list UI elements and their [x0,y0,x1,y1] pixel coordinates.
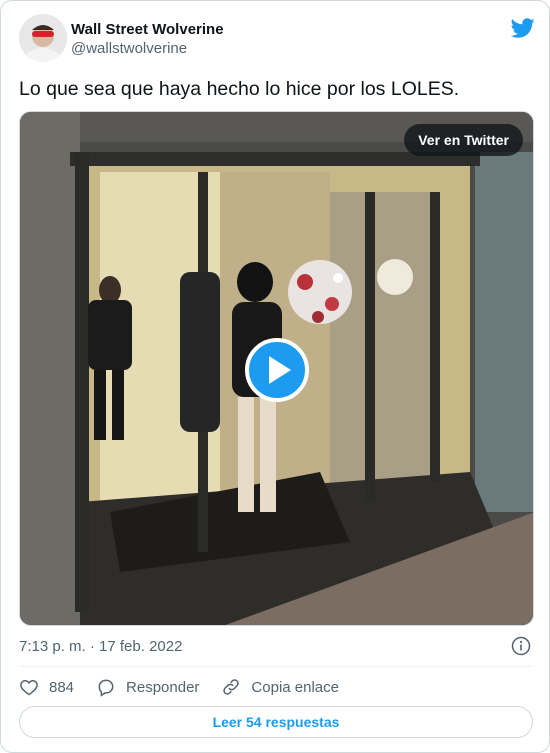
like-count: 884 [49,678,75,696]
watch-on-twitter-button[interactable]: Ver en Twitter [404,124,523,156]
read-replies-button[interactable]: Leer 54 respuestas [19,706,533,738]
like-button[interactable]: 884 [19,677,74,697]
heart-icon [20,679,38,696]
link-icon [223,679,240,695]
divider [19,666,533,667]
reply-icon [98,679,114,697]
tweet-header: Wall Street Wolverine @wallstwolverine [19,14,535,64]
reply-label: Responder [126,678,200,696]
tweet-timestamp[interactable]: 7:13 p. m. · 17 feb. 2022 [19,637,182,657]
tweet-card: Wall Street Wolverine @wallstwolverine L… [0,0,550,753]
reply-button[interactable]: Responder [96,677,199,697]
play-icon [269,356,291,384]
twitter-bird-icon[interactable] [510,16,535,40]
tweet-text: Lo que sea que haya hecho lo hice por lo… [19,78,460,100]
author-info[interactable]: Wall Street Wolverine @wallstwolverine [71,20,224,58]
info-icon[interactable] [511,636,531,656]
handle[interactable]: @wallstwolverine [71,39,224,58]
avatar[interactable] [19,14,67,62]
copy-link-button[interactable]: Copia enlace [221,677,339,697]
play-button[interactable] [245,338,309,402]
copy-link-label: Copia enlace [251,678,339,696]
action-bar: 884 Responder Copia enlace [19,676,361,698]
video-player[interactable]: Ver en Twitter [19,111,534,626]
display-name[interactable]: Wall Street Wolverine [71,20,224,39]
